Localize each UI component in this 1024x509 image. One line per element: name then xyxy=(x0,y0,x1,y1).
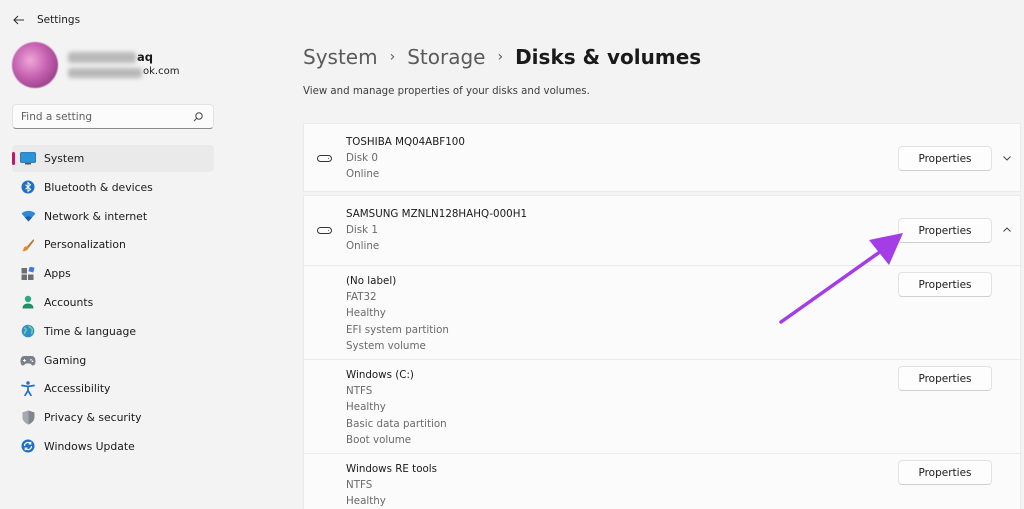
sidebar-item-time-language[interactable]: Time & language xyxy=(12,318,214,345)
volume-label: (No label) xyxy=(346,275,397,287)
sidebar: aq ok.com System Bluetooth & devices Net… xyxy=(0,40,230,509)
shield-icon xyxy=(20,410,36,426)
chevron-down-icon[interactable] xyxy=(1002,153,1012,163)
volume-role: System volume xyxy=(346,339,426,352)
brush-icon xyxy=(20,237,36,253)
sidebar-item-apps[interactable]: Apps xyxy=(12,260,214,287)
volume-label: Windows (C:) xyxy=(346,369,414,381)
sidebar-item-label: Gaming xyxy=(44,353,87,367)
sidebar-item-bluetooth[interactable]: Bluetooth & devices xyxy=(12,174,214,201)
sidebar-item-network[interactable]: Network & internet xyxy=(12,203,214,230)
sidebar-item-personalization[interactable]: Personalization xyxy=(12,231,214,258)
disk-status: Online xyxy=(346,168,380,181)
title-bar: Settings xyxy=(0,0,1024,40)
properties-button[interactable]: Properties xyxy=(898,366,992,391)
breadcrumb-storage[interactable]: Storage xyxy=(407,45,485,69)
chevron-up-icon[interactable] xyxy=(1002,225,1012,235)
volume-partition-type: EFI system partition xyxy=(346,323,449,336)
person-icon xyxy=(20,294,36,310)
sidebar-item-label: Accessibility xyxy=(44,382,111,396)
sidebar-item-label: System xyxy=(44,152,85,165)
breadcrumb-separator-icon: › xyxy=(389,49,396,65)
volume-health: Healthy xyxy=(346,495,386,508)
page-title: Disks & volumes xyxy=(515,45,702,69)
search-input[interactable] xyxy=(21,110,191,123)
redacted-name xyxy=(68,52,136,63)
disk-name: TOSHIBA MQ04ABF100 xyxy=(346,136,465,148)
volume-filesystem: FAT32 xyxy=(346,291,377,304)
sidebar-item-label: Privacy & security xyxy=(44,411,142,425)
properties-button[interactable]: Properties xyxy=(898,460,992,485)
disk-header-row[interactable]: SAMSUNG MZNLN128HAHQ-000H1 Disk 1 Online… xyxy=(304,196,1022,265)
sidebar-item-label: Windows Update xyxy=(44,439,135,453)
disk-drive-icon xyxy=(317,155,332,162)
system-icon xyxy=(20,151,36,167)
page-subtitle: View and manage properties of your disks… xyxy=(303,86,590,97)
wifi-icon xyxy=(20,208,36,224)
volume-health: Healthy xyxy=(346,307,386,320)
apps-icon xyxy=(20,266,36,282)
update-icon xyxy=(20,438,36,454)
volume-role: Boot volume xyxy=(346,433,412,446)
disk-drive-icon xyxy=(317,227,332,234)
gamepad-icon xyxy=(20,352,36,368)
sidebar-item-gaming[interactable]: Gaming xyxy=(12,347,214,374)
app-title: Settings xyxy=(37,14,81,26)
sidebar-item-label: Apps xyxy=(44,267,71,281)
sidebar-item-system[interactable]: System xyxy=(12,145,214,172)
breadcrumb: System › Storage › Disks & volumes xyxy=(303,42,701,72)
disk-number: Disk 1 xyxy=(346,224,378,237)
bluetooth-icon xyxy=(20,179,36,195)
disk-number: Disk 0 xyxy=(346,152,378,165)
redacted-email xyxy=(68,68,142,78)
globe-icon xyxy=(20,323,36,339)
back-arrow-icon xyxy=(13,15,24,25)
volume-row: Windows RE tools NTFS Healthy Properties xyxy=(304,454,1022,509)
sidebar-nav: System Bluetooth & devices Network & int… xyxy=(12,145,214,462)
sidebar-item-accounts[interactable]: Accounts xyxy=(12,289,214,316)
volume-partition-type: Basic data partition xyxy=(346,417,447,430)
sidebar-item-label: Bluetooth & devices xyxy=(44,180,153,194)
profile-email: ok.com xyxy=(68,66,179,80)
user-profile[interactable]: aq ok.com xyxy=(12,42,179,88)
volume-row: Windows (C:) NTFS Healthy Basic data par… xyxy=(304,360,1022,453)
profile-name: aq xyxy=(68,50,179,65)
back-button[interactable] xyxy=(1,2,37,38)
sidebar-item-label: Personalization xyxy=(44,238,126,252)
properties-button[interactable]: Properties xyxy=(898,146,992,171)
volume-filesystem: NTFS xyxy=(346,385,373,398)
sidebar-item-accessibility[interactable]: Accessibility xyxy=(12,375,214,402)
volume-label: Windows RE tools xyxy=(346,463,438,475)
volume-health: Healthy xyxy=(346,401,386,414)
volume-filesystem: NTFS xyxy=(346,479,373,492)
disk-name: SAMSUNG MZNLN128HAHQ-000H1 xyxy=(346,208,528,220)
sidebar-item-windows-update[interactable]: Windows Update xyxy=(12,433,214,460)
main-content: System › Storage › Disks & volumes View … xyxy=(303,40,1024,509)
properties-button[interactable]: Properties xyxy=(898,218,992,243)
sidebar-item-label: Network & internet xyxy=(44,209,148,223)
sidebar-item-label: Accounts xyxy=(44,295,94,309)
disk-card: TOSHIBA MQ04ABF100 Disk 0 Online Propert… xyxy=(303,123,1021,192)
disk-card: SAMSUNG MZNLN128HAHQ-000H1 Disk 1 Online… xyxy=(303,195,1022,509)
disk-status: Online xyxy=(346,240,380,253)
search-icon[interactable] xyxy=(192,111,204,123)
accessibility-icon xyxy=(20,381,36,397)
breadcrumb-system[interactable]: System xyxy=(303,45,378,69)
disk-header-row[interactable]: TOSHIBA MQ04ABF100 Disk 0 Online Propert… xyxy=(304,124,1022,193)
volume-row: (No label) FAT32 Healthy EFI system part… xyxy=(304,266,1022,359)
sidebar-item-privacy-security[interactable]: Privacy & security xyxy=(12,404,214,431)
avatar xyxy=(12,42,58,88)
breadcrumb-separator-icon: › xyxy=(497,49,504,65)
sidebar-item-label: Time & language xyxy=(44,324,136,338)
properties-button[interactable]: Properties xyxy=(898,272,992,297)
search-box xyxy=(12,104,214,129)
